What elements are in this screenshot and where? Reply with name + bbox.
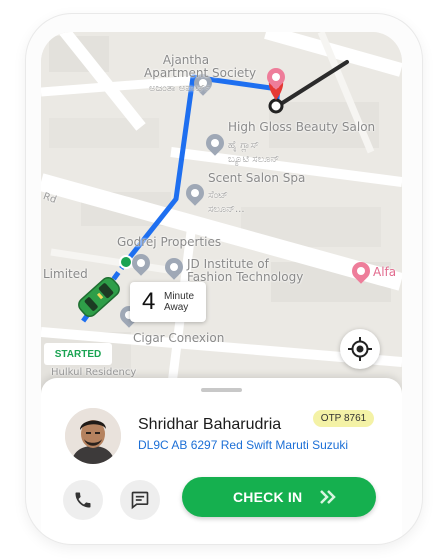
map-label-scent-local-2: ಸಲೂನ್... — [208, 204, 245, 215]
crosshair-icon — [348, 337, 372, 361]
map-label-cigar-conexion: Cigar Conexion — [133, 331, 225, 345]
trip-status-badge: STARTED — [44, 343, 112, 365]
call-button[interactable] — [63, 480, 103, 520]
otp-badge: OTP 8761 — [313, 410, 374, 427]
check-in-button[interactable]: CHECK IN — [182, 477, 376, 517]
map-view[interactable]: Ajantha Apartment Society ಅಜಂತಾ ಅಪಾರ್ಟ್ … — [41, 32, 402, 392]
driver-sheet: Shridhar Baharudria OTP 8761 DL9C AB 629… — [41, 378, 402, 544]
message-icon — [131, 491, 149, 510]
vehicle-details: DL9C AB 6297 Red Swift Maruti Suzuki — [138, 438, 349, 452]
map-label-alfa: Alfa — [373, 265, 397, 279]
map-label-scent-salon: Scent Salon Spa — [208, 171, 306, 185]
driver-avatar — [65, 408, 121, 464]
map-label-jd-institute: JD Institute of Fashion Technology — [187, 257, 304, 284]
map-label-high-gloss: High Gloss Beauty Salon — [228, 120, 376, 134]
map-label-godrej: Godrej Properties — [117, 235, 222, 249]
phone-frame: Ajantha Apartment Society ಅಜಂತಾ ಅಪಾರ್ಟ್ … — [26, 14, 422, 544]
eta-minutes: 4 — [142, 288, 156, 315]
phone-icon — [75, 492, 91, 508]
sheet-drag-handle[interactable] — [201, 388, 242, 392]
eta-unit: Minute Away — [164, 291, 195, 313]
app-screen: Ajantha Apartment Society ಅಜಂತಾ ಅಪಾರ್ಟ್ … — [41, 32, 402, 544]
map-label-scent-local-1: ಸೆಂಟ್ — [208, 190, 228, 201]
driver-name: Shridhar Baharudria — [138, 416, 282, 433]
map-label-high-gloss-local-1: ಹೈ ಗ್ಲಾಸ್ — [228, 140, 259, 151]
my-location-button[interactable] — [340, 329, 380, 369]
double-chevron-right-icon — [320, 490, 336, 504]
map-label-high-gloss-local-2: ಬ್ಯೂಟಿ ಸಲೂನ್ — [228, 154, 280, 165]
eta-card: 4 Minute Away — [130, 282, 206, 322]
map-label-ajantha: Ajantha Apartment Society — [144, 53, 257, 80]
message-button[interactable] — [120, 480, 160, 520]
check-in-label: CHECK IN — [233, 489, 303, 505]
map-label-ajantha-local: ಅಜಂತಾ ಅಪಾರ್ಟ್ — [149, 83, 211, 94]
map-label-limited: Limited — [43, 267, 88, 281]
